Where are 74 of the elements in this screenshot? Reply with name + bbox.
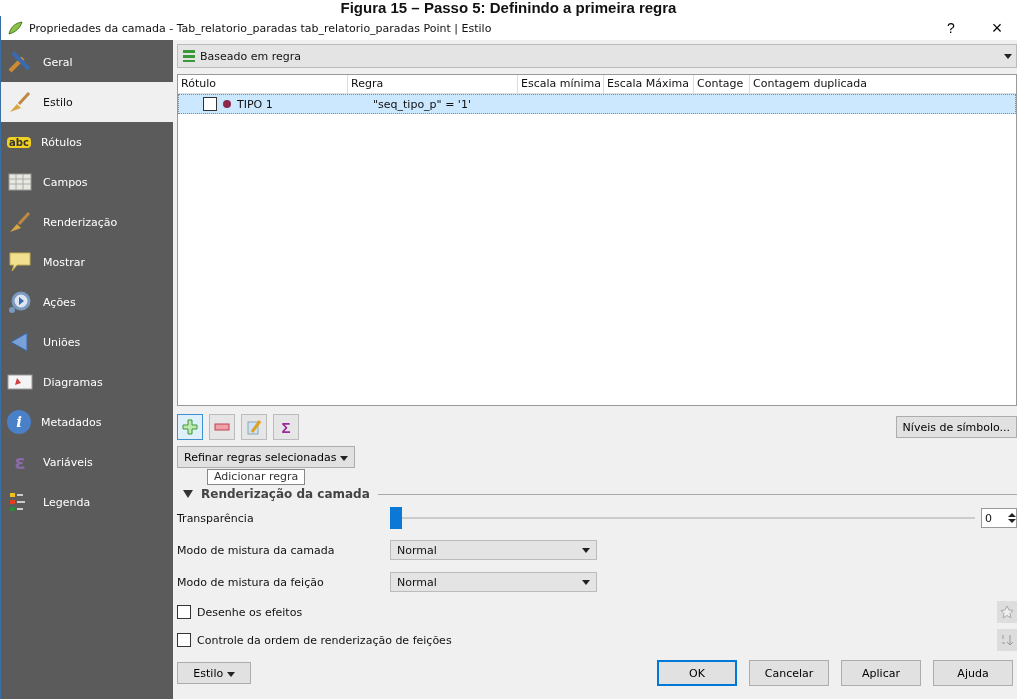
sidebar-item[interactable]: i Metadados [1,402,173,442]
checkbox[interactable] [203,97,217,111]
sidebar-item[interactable]: abc Rótulos [1,122,173,162]
caret-icon [339,455,348,461]
sidebar-item[interactable]: Renderização [1,202,173,242]
epsilon-icon: ε [7,450,33,474]
symbol-levels-button[interactable]: Níveis de símbolo... [895,416,1017,438]
sidebar-item[interactable]: Uniões [1,322,173,362]
collapse-triangle-icon[interactable] [183,490,193,498]
dialog-button[interactable]: Cancelar [749,660,829,686]
transparency-slider[interactable] [390,507,975,529]
pencil-icon [246,419,262,435]
close-button[interactable]: × [977,16,1017,40]
blend-mode-dropdown[interactable]: Normal [390,540,597,560]
edit-rule-button[interactable] [241,414,267,440]
blend-mode-label: Modo de mistura da feição [177,575,325,589]
transparency-label: Transparência [177,511,255,525]
dialog-button[interactable]: Ajuda [933,660,1013,686]
sidebar-item[interactable]: Diagramas [1,362,173,402]
sidebar-item[interactable]: ε Variáveis [1,442,173,482]
dialog-button[interactable]: OK [657,660,737,686]
refine-rules-button[interactable]: Refinar regras selecionadas [177,446,355,468]
rule-row[interactable]: TIPO 1 "seq_tipo_p" = '1' [178,94,1016,114]
star-icon [1000,605,1014,619]
slider-thumb[interactable] [390,507,402,529]
sidebar-item[interactable]: Mostrar [1,242,173,282]
tools-icon [7,49,33,75]
window-title: Propriedades da camada - Tab_relatorio_paradas tab_relatorio_paradas Point | Estilo [29,21,493,35]
sum-button[interactable]: Σ [273,414,299,440]
sidebar-item[interactable]: Campos [1,162,173,202]
section-title[interactable]: Renderização da camada [201,487,370,501]
figure-caption: Figura 15 – Passo 5: Definindo a primeira regra [339,0,678,16]
brush-icon [7,89,33,115]
blend-mode-label: Modo de mistura da camada [177,543,336,557]
column-header[interactable]: Escala mínima [518,75,604,93]
checkbox[interactable] [177,633,191,647]
star-button[interactable] [997,601,1017,623]
renderer-dropdown[interactable]: Baseado em regra [177,44,1017,68]
gear-icon [7,289,33,315]
caret-icon [1004,53,1012,59]
info-icon: i [7,410,31,434]
leaf-icon [7,20,23,36]
blend-mode-dropdown[interactable]: Normal [390,572,597,592]
sidebar-item[interactable]: Geral [1,42,173,82]
checkbox-label: Controle da ordem de renderização de feições [197,633,452,647]
brush-icon [7,209,33,235]
dialog-button[interactable]: Aplicar [841,660,921,686]
column-header[interactable]: Rótulo [178,75,348,93]
caret-icon [582,547,590,553]
add-rule-button[interactable] [177,414,203,440]
minus-icon [214,423,230,431]
rule-icon [182,49,196,63]
rule-label: TIPO 1 [237,97,274,111]
sidebar-item[interactable]: Estilo [1,82,173,122]
column-header[interactable]: Escala Máxima [604,75,694,93]
sidebar-item[interactable]: Ações [1,282,173,322]
rule-expression: "seq_tipo_p" = '1' [373,97,471,111]
plus-icon [182,419,198,435]
style-menu-button[interactable]: Estilo [177,662,251,684]
help-button[interactable]: ? [931,16,971,40]
tooltip: Adicionar regra [207,469,306,485]
sidebar-item[interactable]: Legenda [1,482,173,522]
column-header[interactable]: Contage [694,75,750,93]
remove-rule-button[interactable] [209,414,235,440]
label-icon: abc [7,136,31,148]
caret-icon [582,579,590,585]
transparency-spinbox[interactable]: 0 [981,508,1017,528]
caret-icon [226,671,235,677]
checkbox-label: Desenhe os efeitos [197,605,303,619]
sort-icon [1000,633,1014,647]
spin-arrows-icon [1008,512,1016,524]
column-header[interactable]: Regra [348,75,518,93]
checkbox[interactable] [177,605,191,619]
column-header[interactable]: Contagem duplicada [750,75,1016,93]
